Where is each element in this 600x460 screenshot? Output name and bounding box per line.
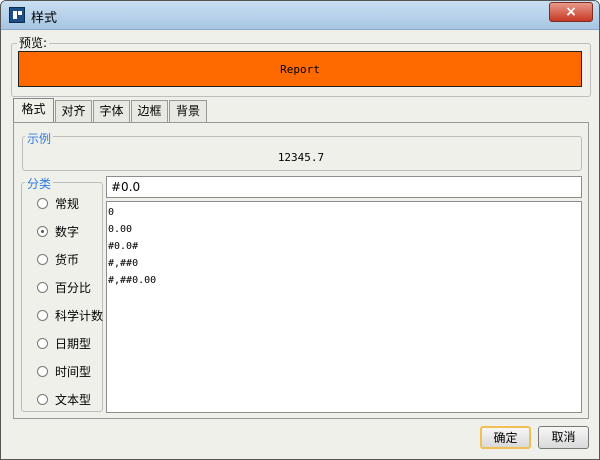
- format-option[interactable]: #0.0#: [108, 238, 581, 255]
- sample-label: 示例: [25, 130, 54, 147]
- category-option-label: 日期型: [55, 337, 92, 351]
- preview-text: Report: [280, 63, 320, 76]
- radio-checked-icon: [37, 226, 48, 237]
- category-option-label: 科学计数: [55, 309, 104, 323]
- radio-unchecked-icon: [37, 366, 48, 377]
- category-label: 分类: [25, 175, 54, 192]
- radio-unchecked-icon: [37, 254, 48, 265]
- category-group: 常规 数字 货币 百分比 科学计数 日期型 时间型 文本型: [21, 182, 103, 412]
- category-option-label: 常规: [55, 197, 80, 211]
- format-panel: 示例 12345.7 常规 数字 货币 百分比 科学计数 日期型 时间型 文本型…: [13, 122, 589, 419]
- category-option-label: 文本型: [55, 393, 92, 407]
- preview-render: Report: [18, 51, 582, 87]
- tab-format[interactable]: 格式: [13, 98, 54, 122]
- tab-alignment[interactable]: 对齐: [55, 100, 92, 122]
- tab-background[interactable]: 背景: [169, 100, 207, 122]
- format-pattern-input[interactable]: #0.0: [106, 176, 582, 198]
- sample-value: 12345.7: [277, 151, 325, 164]
- category-option-label: 时间型: [55, 365, 92, 379]
- format-option[interactable]: #,##0: [108, 255, 581, 272]
- format-option[interactable]: 0: [108, 204, 581, 221]
- category-option-label: 数字: [55, 225, 80, 239]
- title-bar: 样式 ×: [1, 1, 599, 30]
- radio-unchecked-icon: [37, 198, 48, 209]
- format-option[interactable]: 0.00: [108, 221, 581, 238]
- ok-button[interactable]: 确定: [480, 426, 531, 449]
- close-button[interactable]: ×: [549, 2, 593, 22]
- preview-label: 预览:: [17, 34, 50, 51]
- app-logo-icon: [9, 7, 25, 23]
- format-option[interactable]: #,##0.00: [108, 272, 581, 289]
- radio-unchecked-icon: [37, 338, 48, 349]
- radio-unchecked-icon: [37, 394, 48, 405]
- format-options-list[interactable]: 0 0.00 #0.0# #,##0 #,##0.00: [106, 201, 582, 413]
- radio-unchecked-icon: [37, 282, 48, 293]
- category-option-label: 百分比: [55, 281, 92, 295]
- radio-unchecked-icon: [37, 310, 48, 321]
- style-dialog: 样式 × 预览: Report 格式 对齐 字体 边框 背景 示例 12345.…: [0, 0, 600, 460]
- tab-font[interactable]: 字体: [93, 100, 130, 122]
- tab-border[interactable]: 边框: [131, 100, 168, 122]
- cancel-button[interactable]: 取消: [538, 426, 589, 449]
- category-option-label: 货币: [55, 253, 80, 267]
- window-title: 样式: [31, 11, 58, 26]
